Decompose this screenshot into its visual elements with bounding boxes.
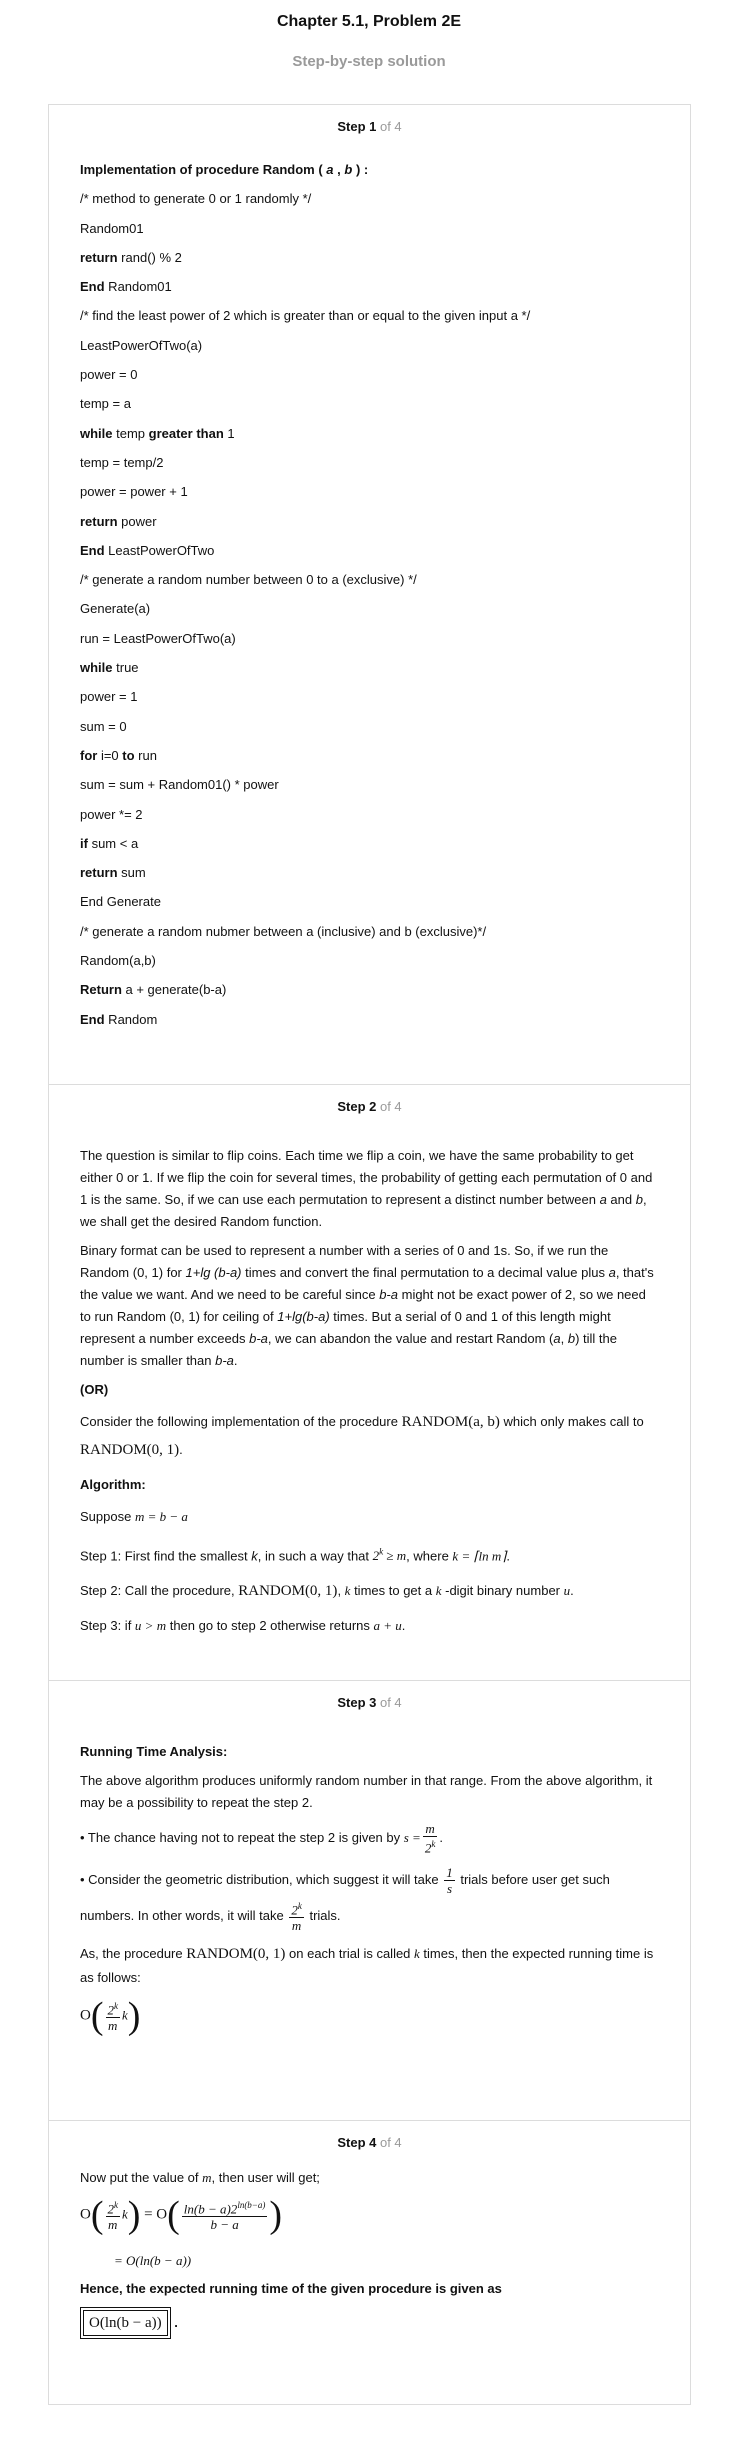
page-subtitle: Step-by-step solution <box>292 53 446 70</box>
code-line: /* generate a random number between 0 to… <box>80 572 417 588</box>
step-2-consider: Consider the following implementation of… <box>80 1414 644 1458</box>
code-line: End Random01 <box>80 279 172 295</box>
code-line: if sum < a <box>80 835 139 851</box>
running-time-formula: O(2k m k) <box>80 1994 141 2037</box>
step-3-heading: Step 3 of 4 <box>337 1695 402 1710</box>
step-4-paragraph-1: Now put the value of m, then user will g… <box>80 2170 320 2185</box>
final-answer: O(ln(b − a)) . <box>80 2307 660 2339</box>
code-line: Random(a,b) <box>80 953 156 969</box>
step-3-paragraph-1: The above algorithm produces uniformly r… <box>80 1773 653 1810</box>
code-line: temp = temp/2 <box>80 454 164 470</box>
algorithm-step-1: Step 1: First find the smallest k, in su… <box>80 1547 510 1564</box>
code-line: while true <box>80 660 139 676</box>
code-line: power = 1 <box>80 689 138 705</box>
code-line: while temp greater than 1 <box>80 425 235 441</box>
step-3-paragraph-2: As, the procedure RANDOM(0, 1) on each t… <box>80 1945 654 1985</box>
step-3-bullet-1: • The chance having not to repeat the st… <box>80 1821 443 1856</box>
step-2-heading: Step 2 of 4 <box>337 1099 402 1114</box>
step-2-paragraph-1: The question is similar to flip coins. E… <box>80 1148 653 1229</box>
boxed-answer: O(ln(b − a)) <box>80 2307 171 2339</box>
code-line: return sum <box>80 865 146 881</box>
code-line: LeastPowerOfTwo(a) <box>80 337 203 353</box>
step-4-card: Step 4 of 4 Now put the value of m, then… <box>48 2120 691 2405</box>
algorithm-step-3: Step 3: if u > m then go to step 2 other… <box>80 1618 406 1634</box>
code-line: sum = sum + Random01() * power <box>80 777 279 793</box>
step-1-code: Implementation of procedure Random ( a ,… <box>49 137 690 1034</box>
code-line: Return a + generate(b-a) <box>80 982 227 998</box>
code-line: End LeastPowerOfTwo <box>80 542 215 558</box>
algorithm-step-2: Step 2: Call the procedure, RANDOM(0, 1)… <box>80 1583 574 1600</box>
code-line: Generate(a) <box>80 601 151 617</box>
suppose-line: Suppose m = b − a <box>80 1509 188 1524</box>
step-1-heading: Step 1 of 4 <box>337 119 402 134</box>
running-time-heading: Running Time Analysis: <box>80 1744 228 1759</box>
algorithm-label: Algorithm: <box>80 1477 146 1492</box>
code-line: sum = 0 <box>80 718 127 734</box>
code-line: power = 0 <box>80 367 138 383</box>
code-line: power = power + 1 <box>80 484 188 500</box>
step-2-paragraph-2: Binary format can be used to represent a… <box>80 1243 654 1368</box>
code-line: /* method to generate 0 or 1 randomly */ <box>80 191 312 207</box>
step-4-equation-1: O(2k m k) = O(ln(b − a)2ln(b−a) b − a) <box>80 2194 283 2236</box>
code-line: run = LeastPowerOfTwo(a) <box>80 630 236 646</box>
step-3-bullet-2: • Consider the geometric distribution, w… <box>80 1864 610 1896</box>
code-line: for i=0 to run <box>80 747 157 763</box>
code-line: /* generate a random nubmer between a (i… <box>80 923 487 939</box>
conclusion-text: Hence, the expected running time of the … <box>80 2281 502 2296</box>
code-line: Random01 <box>80 220 144 236</box>
code-line: End Random <box>80 1011 158 1027</box>
code-line: End Generate <box>80 894 161 910</box>
code-line: return rand() % 2 <box>80 249 182 265</box>
step-4-heading: Step 4 of 4 <box>337 2135 402 2150</box>
page-title: Chapter 5.1, Problem 2E <box>276 13 462 30</box>
or-label: (OR) <box>80 1382 109 1397</box>
implementation-heading: Implementation of procedure Random ( a ,… <box>80 162 369 177</box>
step-3-bullet-2-cont: numbers. In other words, it will take 2k… <box>80 1901 341 1934</box>
step-3-card: Step 3 of 4 Running Time Analysis: The a… <box>48 1680 691 2121</box>
step-1-card: Step 1 of 4 Implementation of procedure … <box>48 104 691 1085</box>
code-line: return power <box>80 513 157 529</box>
code-line: power *= 2 <box>80 806 143 822</box>
step-2-card: Step 2 of 4 The question is similar to f… <box>48 1084 691 1681</box>
code-line: temp = a <box>80 396 131 412</box>
step-4-equation-2: = O(ln(b − a)) <box>114 2253 192 2268</box>
code-line: /* find the least power of 2 which is gr… <box>80 308 531 324</box>
